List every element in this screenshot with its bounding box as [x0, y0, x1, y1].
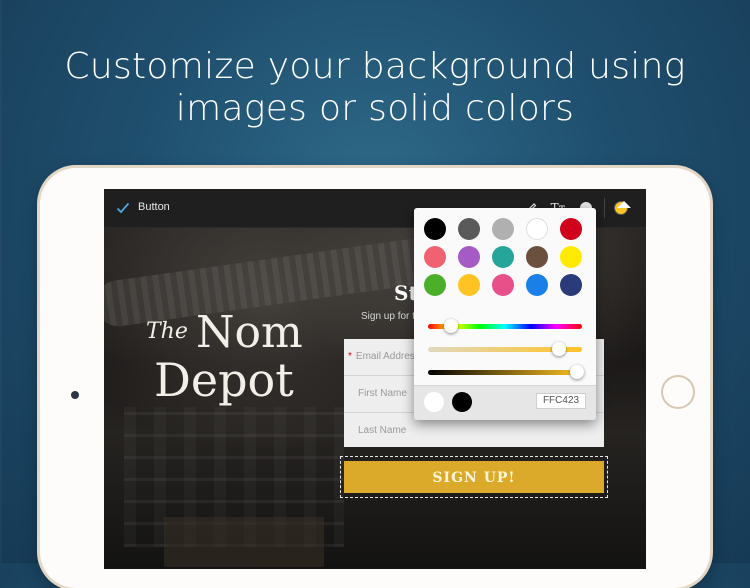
hex-input[interactable]	[536, 393, 586, 409]
color-swatch[interactable]	[424, 274, 446, 296]
first-name-placeholder: First Name	[358, 388, 407, 399]
color-swatch[interactable]	[424, 218, 446, 240]
ipad-device: Button Tт The Nom Depot Stay Sign up for…	[40, 168, 710, 588]
email-placeholder: Email Address	[355, 351, 420, 362]
headline-line-2: images or solid colors	[175, 88, 575, 129]
last-name-placeholder: Last Name	[358, 425, 407, 436]
camera-dot	[71, 391, 79, 399]
signup-button-selection[interactable]: SIGN UP!	[340, 456, 608, 498]
color-swatch[interactable]	[526, 246, 548, 268]
toolbar-title: Button	[138, 201, 170, 213]
color-swatch[interactable]	[424, 246, 446, 268]
color-swatch[interactable]	[560, 246, 582, 268]
color-swatch[interactable]	[560, 274, 582, 296]
saturation-slider[interactable]	[428, 342, 582, 356]
color-swatch[interactable]	[458, 274, 480, 296]
color-picker-popover	[414, 208, 596, 420]
color-swatch[interactable]	[492, 218, 514, 240]
check-icon[interactable]	[116, 201, 130, 215]
color-picker-arrow	[617, 201, 631, 208]
color-swatch[interactable]	[492, 274, 514, 296]
color-swatch[interactable]	[526, 274, 548, 296]
recent-color-white[interactable]	[424, 392, 444, 412]
picker-footer	[414, 385, 596, 420]
hue-slider[interactable]	[428, 319, 582, 333]
brightness-slider-knob[interactable]	[570, 365, 585, 379]
brightness-slider[interactable]	[428, 365, 585, 379]
headline: Customize your background using images o…	[0, 46, 750, 130]
color-swatch[interactable]	[560, 218, 582, 240]
color-swatch[interactable]	[458, 246, 480, 268]
signup-button[interactable]: SIGN UP!	[344, 461, 604, 493]
recent-color-black[interactable]	[452, 392, 472, 412]
logo-nom: Nom	[196, 307, 303, 358]
saturation-slider-knob[interactable]	[551, 342, 566, 356]
logo-depot: Depot	[154, 353, 294, 407]
headline-line-1: Customize your background using	[64, 46, 686, 87]
logo-the: The	[146, 319, 188, 344]
color-swatch[interactable]	[492, 246, 514, 268]
hue-slider-knob[interactable]	[444, 319, 459, 333]
required-asterisk: *	[348, 351, 352, 362]
toolbar-divider	[604, 198, 605, 218]
color-swatch[interactable]	[458, 218, 480, 240]
home-button[interactable]	[661, 375, 695, 409]
color-swatch[interactable]	[526, 218, 548, 240]
